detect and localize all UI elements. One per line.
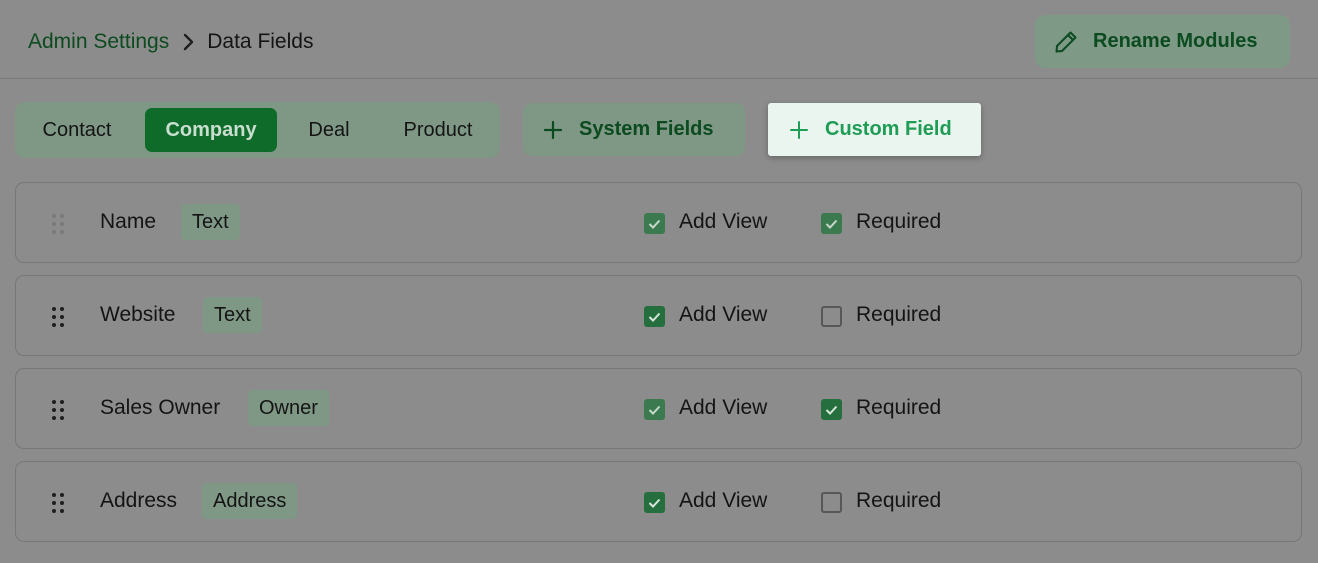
required-checkbox[interactable] — [821, 306, 842, 327]
field-type-badge: Text — [203, 297, 262, 333]
page-header: Admin Settings Data Fields Rename Module… — [0, 0, 1318, 79]
drag-handle-icon[interactable] — [51, 492, 65, 514]
required-checkbox[interactable] — [821, 492, 842, 513]
pencil-icon — [1055, 31, 1077, 52]
field-type-badge: Owner — [248, 390, 329, 426]
add-view-checkbox[interactable] — [644, 399, 665, 420]
checkmark-icon — [648, 498, 661, 508]
add-view-checkbox[interactable] — [644, 213, 665, 234]
system-fields-button[interactable]: System Fields — [523, 103, 745, 156]
chevron-right-icon — [183, 33, 195, 51]
rename-modules-button[interactable]: Rename Modules — [1035, 15, 1290, 68]
add-view-checkbox[interactable] — [644, 306, 665, 327]
rename-modules-label: Rename Modules — [1093, 30, 1258, 52]
checkmark-icon — [825, 219, 838, 229]
required-checkbox[interactable] — [821, 399, 842, 420]
field-row-name: Name Text Add View Required — [15, 182, 1302, 263]
drag-handle-icon[interactable] — [51, 399, 65, 421]
required-label: Required — [856, 489, 942, 512]
breadcrumb-admin-settings-link[interactable]: Admin Settings — [28, 30, 169, 54]
add-view-label: Add View — [679, 210, 768, 233]
field-name: Sales Owner — [100, 396, 221, 419]
module-tabs: Contact Company Deal Product — [15, 102, 500, 158]
custom-field-button[interactable]: Custom Field — [768, 103, 981, 156]
tab-company[interactable]: Company — [145, 108, 277, 152]
add-view-checkbox[interactable] — [644, 492, 665, 513]
field-row-website: Website Text Add View Required — [15, 275, 1302, 356]
tab-product[interactable]: Product — [385, 108, 491, 152]
add-view-label: Add View — [679, 396, 768, 419]
drag-handle-icon[interactable] — [51, 306, 65, 328]
required-label: Required — [856, 210, 942, 233]
tab-deal[interactable]: Deal — [287, 108, 371, 152]
required-label: Required — [856, 303, 942, 326]
field-name: Website — [100, 303, 176, 326]
field-type-badge: Address — [202, 483, 298, 519]
drag-handle-icon[interactable] — [51, 213, 65, 235]
checkmark-icon — [825, 405, 838, 415]
checkmark-icon — [648, 405, 661, 415]
field-name: Address — [100, 489, 178, 512]
field-name: Name — [100, 210, 157, 233]
checkmark-icon — [648, 219, 661, 229]
breadcrumb: Admin Settings Data Fields — [28, 29, 313, 55]
tab-contact[interactable]: Contact — [21, 108, 133, 152]
field-row-address: Address Address Add View Required — [15, 461, 1302, 542]
plus-icon — [790, 120, 808, 139]
checkmark-icon — [648, 312, 661, 322]
field-type-badge: Text — [181, 204, 240, 240]
system-fields-label: System Fields — [579, 118, 714, 140]
plus-icon — [543, 120, 563, 139]
add-view-label: Add View — [679, 303, 768, 326]
field-row-sales-owner: Sales Owner Owner Add View Required — [15, 368, 1302, 449]
custom-field-label: Custom Field — [825, 118, 952, 140]
add-view-label: Add View — [679, 489, 768, 512]
required-label: Required — [856, 396, 942, 419]
page-title: Data Fields — [207, 30, 314, 53]
required-checkbox[interactable] — [821, 213, 842, 234]
